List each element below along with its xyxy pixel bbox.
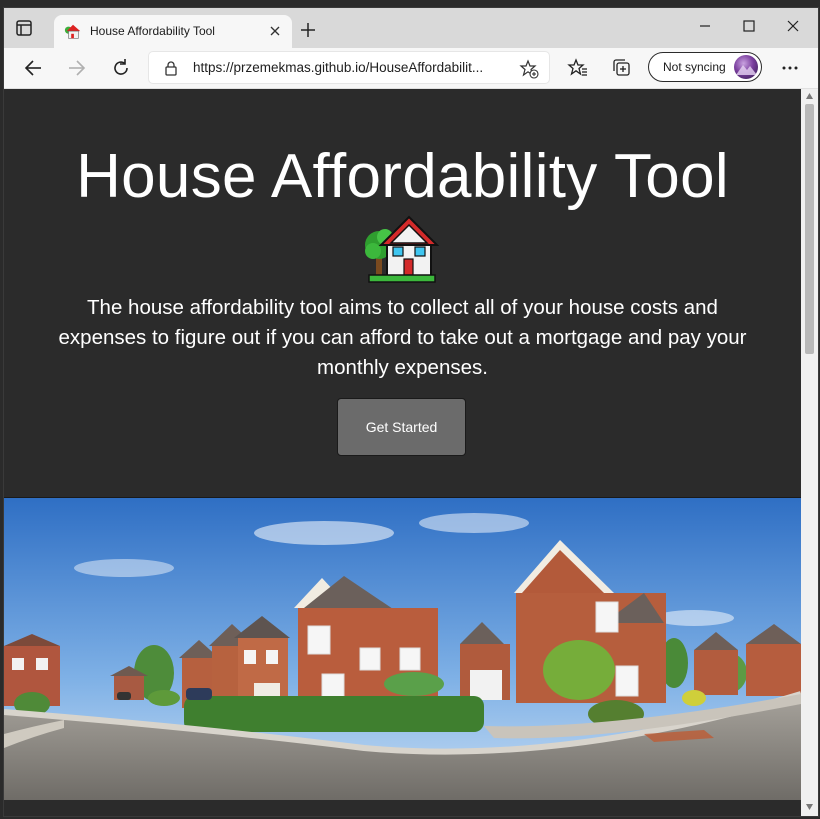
house-with-garden-icon xyxy=(365,215,439,283)
lock-icon[interactable] xyxy=(163,60,179,76)
tab-actions-icon[interactable] xyxy=(14,18,34,38)
page-title: House Affordability Tool xyxy=(76,142,729,211)
minimize-icon[interactable] xyxy=(690,16,720,36)
residential-street-photo xyxy=(4,498,801,800)
scroll-up-arrow-icon[interactable] xyxy=(805,92,814,100)
close-window-icon[interactable] xyxy=(778,16,808,36)
add-favorite-icon[interactable] xyxy=(519,59,539,79)
favorites-icon[interactable] xyxy=(567,57,589,79)
maximize-icon[interactable] xyxy=(734,16,764,36)
get-started-button[interactable]: Get Started xyxy=(337,398,466,456)
refresh-icon[interactable] xyxy=(110,57,132,79)
hero-section: House Affordability Tool The house affor… xyxy=(4,89,801,498)
forward-icon[interactable] xyxy=(66,57,88,79)
back-icon[interactable] xyxy=(22,57,44,79)
profile-sync-button[interactable]: Not syncing xyxy=(648,52,762,82)
new-tab-icon[interactable] xyxy=(300,22,316,38)
page-viewport: House Affordability Tool The house affor… xyxy=(4,89,801,816)
mountain-avatar-icon xyxy=(736,65,757,75)
url-text[interactable]: https://przemekmas.github.io/HouseAfford… xyxy=(193,60,503,75)
house-favicon-icon xyxy=(64,24,81,39)
address-bar[interactable]: https://przemekmas.github.io/HouseAfford… xyxy=(149,52,549,83)
profile-avatar xyxy=(734,55,758,79)
scroll-down-arrow-icon[interactable] xyxy=(805,803,814,811)
vertical-scrollbar[interactable] xyxy=(801,89,818,816)
browser-window: House Affordability Tool https://przemek… xyxy=(3,7,819,817)
page-description: The house affordability tool aims to col… xyxy=(58,296,747,379)
sync-status-label: Not syncing xyxy=(663,60,726,74)
browser-toolbar: https://przemekmas.github.io/HouseAfford… xyxy=(4,48,818,89)
scrollbar-thumb[interactable] xyxy=(805,104,814,354)
more-options-icon[interactable] xyxy=(779,57,801,79)
tab-house-affordability[interactable]: House Affordability Tool xyxy=(54,15,292,48)
tab-strip: House Affordability Tool xyxy=(4,8,818,48)
close-tab-icon[interactable] xyxy=(268,24,282,38)
tab-title: House Affordability Tool xyxy=(90,24,215,38)
collections-icon[interactable] xyxy=(611,57,633,79)
